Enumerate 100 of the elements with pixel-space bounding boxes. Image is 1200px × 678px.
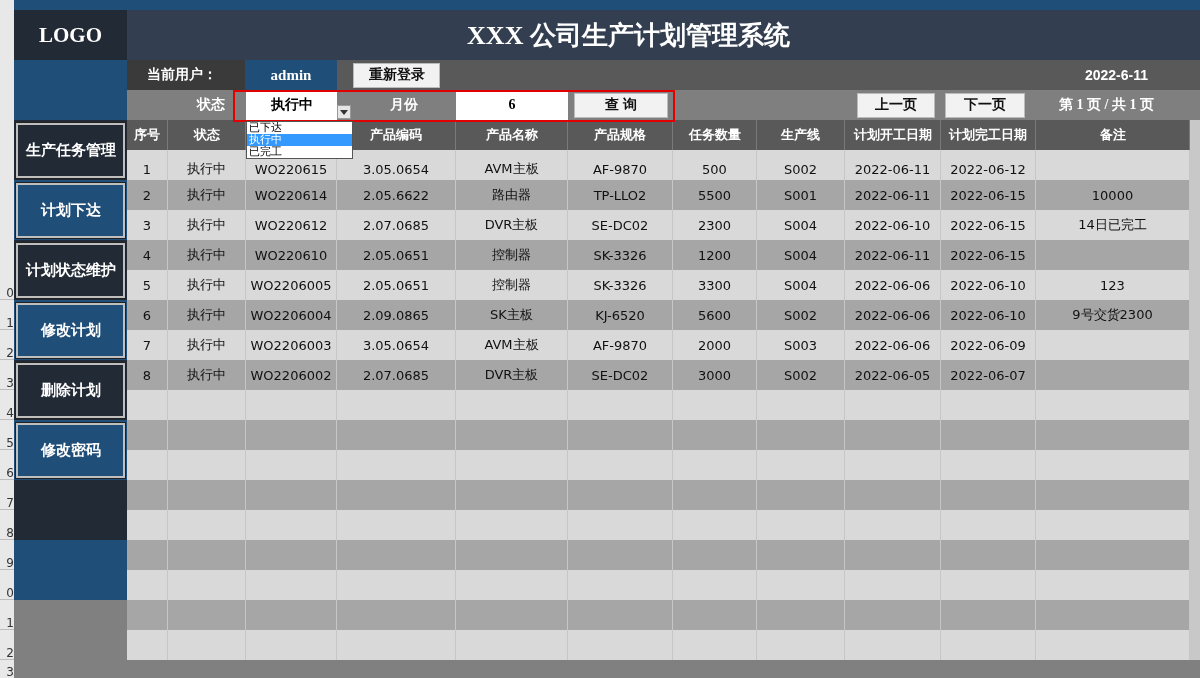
table-cell: DVR主板 [484, 366, 539, 384]
status-label: 状态 [197, 96, 225, 114]
table-cell: 2022-06-10 [950, 307, 1026, 323]
table-cell: SE-DC02 [591, 217, 649, 233]
sidebar-button[interactable]: 计划状态维护 [16, 242, 125, 298]
table-cell: S004 [783, 277, 818, 293]
table-cell: 4 [142, 247, 152, 263]
table-cell: DVR主板 [484, 216, 539, 234]
table-cell: 2022-06-06 [854, 337, 931, 353]
table-cell: 3300 [697, 277, 732, 293]
sidebar-button[interactable]: 生产任务管理 [16, 122, 125, 178]
sidebar-button[interactable]: 计划下达 [16, 182, 125, 238]
table-cell: 执行中 [187, 216, 226, 234]
table-cell: 2022-06-11 [854, 247, 931, 263]
table-cell: 2022-06-12 [950, 161, 1026, 177]
table-cell: 7 [142, 337, 152, 353]
month-label: 月份 [389, 96, 418, 114]
sidebar-button[interactable]: 删除计划 [16, 362, 125, 418]
table-cell: 2022-06-07 [950, 367, 1026, 383]
table-cell: 8 [142, 367, 152, 383]
table-cell: 2.05.0651 [362, 247, 430, 263]
table-cell: S003 [783, 337, 818, 353]
table-cell: 2022-06-15 [950, 187, 1026, 203]
table-cell: 执行中 [187, 306, 226, 324]
table-cell: 10000 [1091, 187, 1134, 203]
table-cell: 3.05.0654 [362, 337, 430, 353]
table-cell: 执行中 [187, 186, 226, 204]
table-cell: 3.05.0654 [362, 161, 430, 177]
table-cell: 1200 [697, 247, 732, 263]
table-cell: S001 [783, 187, 818, 203]
table-cell: 2 [142, 187, 152, 203]
table-cell: WO2206002 [250, 367, 332, 383]
table-cell: 3000 [697, 367, 732, 383]
table-cell: 控制器 [492, 276, 531, 294]
table-cell: 2022-06-15 [950, 247, 1026, 263]
dropdown-option[interactable]: 已完工 [247, 146, 352, 158]
table-cell: AVM主板 [484, 336, 539, 354]
row-number: 3 [5, 664, 14, 678]
table-cell: KJ-6520 [595, 307, 645, 323]
sidebar-button[interactable]: 修改计划 [16, 302, 125, 358]
month-field[interactable]: 6 [456, 90, 568, 120]
query-button[interactable]: 查 询 [574, 92, 668, 118]
table-cell: SK-3326 [593, 277, 647, 293]
column-header: 产品规格 [594, 126, 646, 144]
dropdown-option[interactable]: 已下达 [247, 122, 352, 134]
table-cell: SK-3326 [593, 247, 647, 263]
table-cell: 2022-06-06 [854, 307, 931, 323]
table-cell: 控制器 [492, 246, 531, 264]
table-cell: 500 [702, 161, 727, 177]
table-cell: 2022-06-09 [950, 337, 1026, 353]
table-cell: 2022-06-05 [854, 367, 931, 383]
table-cell: WO220612 [254, 217, 328, 233]
table-cell: 路由器 [492, 186, 531, 204]
table-cell: 2022-06-15 [950, 217, 1026, 233]
page-info: 第 1 页 / 共 1 页 [1059, 96, 1154, 114]
table-cell: S002 [783, 307, 818, 323]
table-cell: AF-9870 [592, 161, 648, 177]
table-cell: 6 [142, 307, 152, 323]
table-cell: S004 [783, 217, 818, 233]
sidebar-button[interactable]: 修改密码 [16, 422, 125, 478]
table-cell: SK主板 [490, 306, 533, 324]
table-cell: 14日已完工 [1078, 216, 1147, 234]
table-cell: 执行中 [187, 276, 226, 294]
table-cell: 5 [142, 277, 152, 293]
column-header: 备注 [1099, 126, 1126, 144]
table-cell: 2.07.0685 [362, 367, 430, 383]
column-header: 状态 [193, 126, 220, 144]
prev-page-button[interactable]: 上一页 [857, 92, 935, 118]
column-header: 任务数量 [688, 126, 741, 144]
date-text: 2022-6-11 [1084, 67, 1148, 83]
user-name: admin [270, 66, 312, 84]
table-cell: WO2206004 [250, 307, 332, 323]
table-cell: TP-LLO2 [593, 187, 647, 203]
table-cell: WO2206005 [250, 277, 332, 293]
table-cell: S002 [783, 161, 818, 177]
table-cell: 2.05.0651 [362, 277, 430, 293]
table-cell: 2300 [697, 217, 732, 233]
table-cell: 1 [142, 161, 152, 177]
table-cell: 2022-06-11 [854, 161, 931, 177]
table-cell: S002 [783, 367, 818, 383]
table-cell: 2.09.0865 [362, 307, 430, 323]
table-cell: WO220614 [254, 187, 328, 203]
user-label: 当前用户： [147, 66, 217, 84]
table-cell: WO220610 [254, 247, 328, 263]
app-title: XXX 公司生产计划管理系统 [467, 19, 790, 52]
table-cell: WO2206003 [250, 337, 332, 353]
table-cell: 执行中 [187, 336, 226, 354]
next-page-button[interactable]: 下一页 [945, 92, 1025, 118]
relogin-button[interactable]: 重新登录 [353, 62, 440, 88]
table-cell: 2.05.6622 [362, 187, 430, 203]
table-cell: 执行中 [187, 160, 226, 178]
column-header: 序号 [134, 126, 160, 144]
table-cell: 2022-06-11 [854, 187, 931, 203]
table-cell: 9号交货2300 [1072, 306, 1153, 324]
table-cell: 5500 [697, 187, 732, 203]
status-dropdown[interactable]: 执行中 [246, 90, 337, 120]
table-cell: 123 [1100, 277, 1125, 293]
table-cell: 2022-06-10 [854, 217, 931, 233]
table-cell: 3 [142, 217, 152, 233]
table-cell: 执行中 [187, 246, 226, 264]
